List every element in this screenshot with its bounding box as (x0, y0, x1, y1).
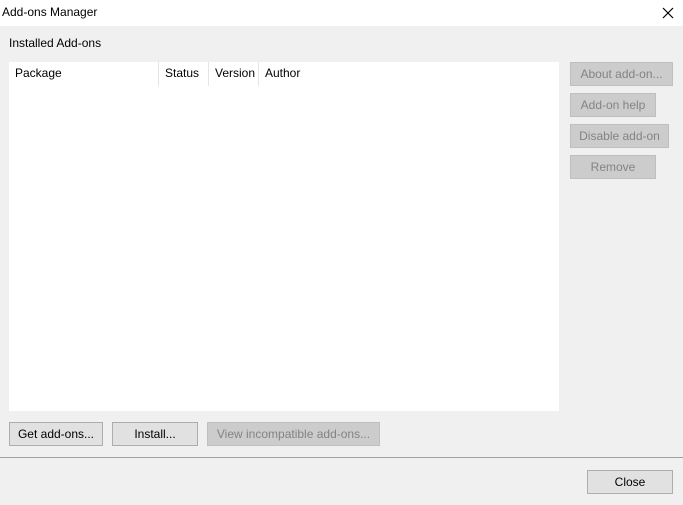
view-incompatible-addons-button[interactable]: View incompatible add-ons... (207, 422, 380, 446)
get-addons-button[interactable]: Get add-ons... (9, 422, 103, 446)
addon-help-button[interactable]: Add-on help (570, 93, 656, 117)
close-icon[interactable] (653, 0, 683, 26)
close-button[interactable]: Close (587, 470, 673, 494)
title-bar: Add-ons Manager (0, 0, 683, 26)
disable-addon-button[interactable]: Disable add-on (570, 124, 669, 148)
column-header-package[interactable]: Package (9, 62, 159, 86)
about-addon-button[interactable]: About add-on... (570, 62, 673, 86)
addons-manager-window: Add-ons Manager Installed Add-ons Packag… (0, 0, 683, 505)
addons-list[interactable]: Package Status Version Author (9, 62, 559, 411)
column-header-status[interactable]: Status (159, 62, 209, 86)
column-header-author[interactable]: Author (259, 62, 379, 86)
remove-button[interactable]: Remove (570, 155, 656, 179)
window-title: Add-ons Manager (2, 5, 98, 19)
footer-divider (0, 457, 683, 458)
column-header-version[interactable]: Version (209, 62, 259, 86)
list-header: Package Status Version Author (9, 62, 559, 86)
install-button[interactable]: Install... (112, 422, 198, 446)
installed-addons-label: Installed Add-ons (9, 36, 102, 50)
